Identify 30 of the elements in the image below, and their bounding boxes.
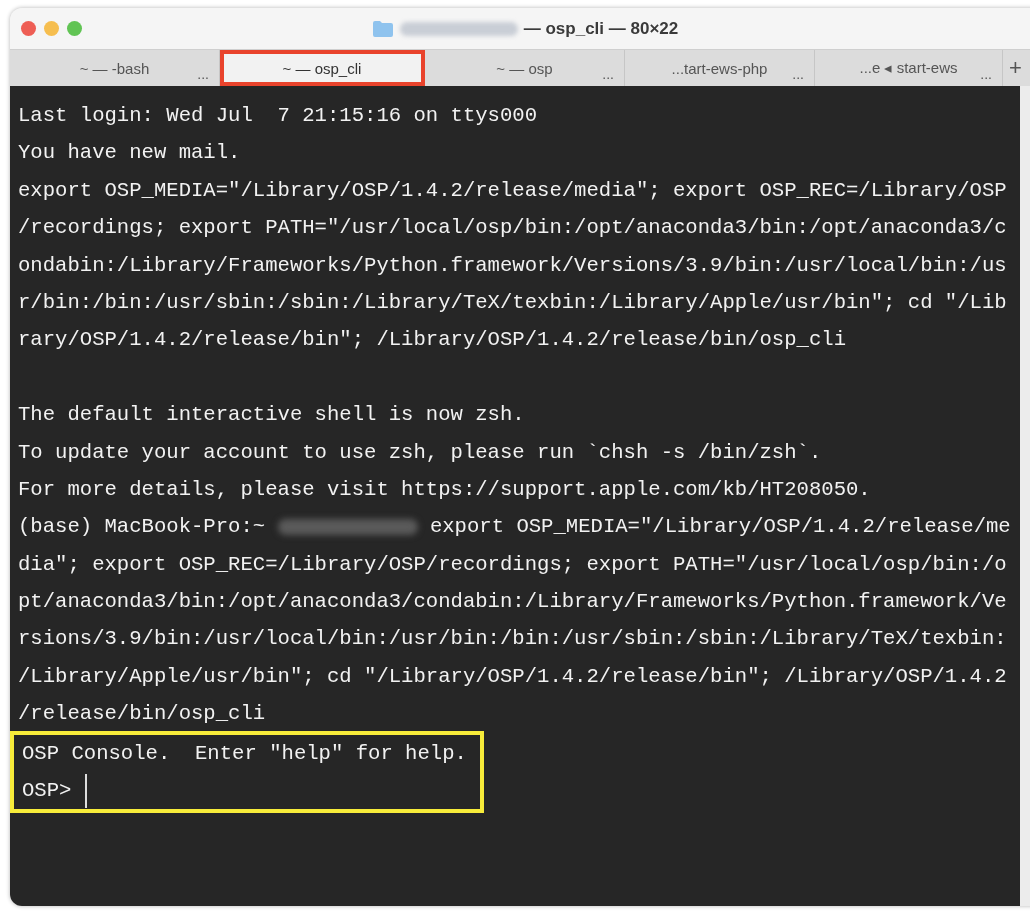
terminal-line: /recordings; export PATH="/usr/local/osp/bin:/opt/anaconda3/bin:/opt/anaconda3/c <box>18 215 1008 242</box>
text-cursor <box>85 773 88 808</box>
zoom-button[interactable] <box>67 21 82 36</box>
terminal-line: rary/OSP/1.4.2/release/bin"; /Library/OSP/1.4.2/release/bin/osp_cli <box>18 327 847 354</box>
terminal-line: /release/bin/osp_cli <box>18 701 267 728</box>
minimize-button[interactable] <box>44 21 59 36</box>
terminal-line: dia"; export OSP_REC=/Library/OSP/recordings; export PATH="/usr/local/osp/bin:/o <box>18 551 1008 578</box>
terminal-line: To update your account to use zsh, please run `chsh -s /bin/zsh`. <box>18 439 823 466</box>
console-prompt: OSP> <box>22 779 72 803</box>
terminal-line: rsions/3.9/bin:/usr/local/bin:/usr/bin:/bin:/usr/sbin:/sbin:/Library/TeX/texbin: <box>18 626 1008 653</box>
activity-indicator: ... <box>602 66 614 82</box>
terminal-line: r/bin:/bin:/usr/sbin:/sbin:/Library/TeX/texbin:/Library/Apple/usr/bin"; cd "/Lib <box>18 289 1008 316</box>
terminal-line: The default interactive shell is now zsh. <box>18 402 526 429</box>
activity-indicator: ... <box>792 66 804 82</box>
terminal-line: For more details, please visit https://support.apple.com/kb/HT208050. <box>18 476 872 503</box>
terminal-line: Last login: Wed Jul 7 21:15:16 on ttys000 <box>18 103 539 129</box>
activity-indicator: ... <box>980 66 992 82</box>
terminal-line: ondabin:/Library/Frameworks/Python.framework/Versions/3.9/bin:/usr/local/bin:/us <box>18 252 1008 279</box>
terminal-line: pt/anaconda3/bin:/opt/anaconda3/condabin:/Library/Frameworks/Python.framework/Ve <box>18 589 1008 616</box>
terminal-line: You have new mail. <box>18 140 242 167</box>
tab[interactable]: ~ — osp_cli <box>220 50 425 86</box>
terminal-line: OSP Console. Enter "help" for help. <box>22 740 468 767</box>
activity-indicator: ... <box>197 66 209 82</box>
terminal-line: export OSP_MEDIA="/Library/OSP/1.4.2/release/me <box>428 515 1011 539</box>
shell-prompt: (base) MacBook-Pro:~ <box>18 515 267 539</box>
terminal-line: /Library/Apple/usr/bin"; cd "/Library/OSP/1.4.2/release/bin"; /Library/OSP/1.4.2 <box>18 663 1008 690</box>
terminal-line: export OSP_MEDIA="/Library/OSP/1.4.2/release/media"; export OSP_REC=/Library/OSP <box>18 177 1008 204</box>
window-title: — osp_cli — 80×22 <box>523 18 679 39</box>
close-button[interactable] <box>21 21 36 36</box>
folder-icon <box>371 19 394 38</box>
